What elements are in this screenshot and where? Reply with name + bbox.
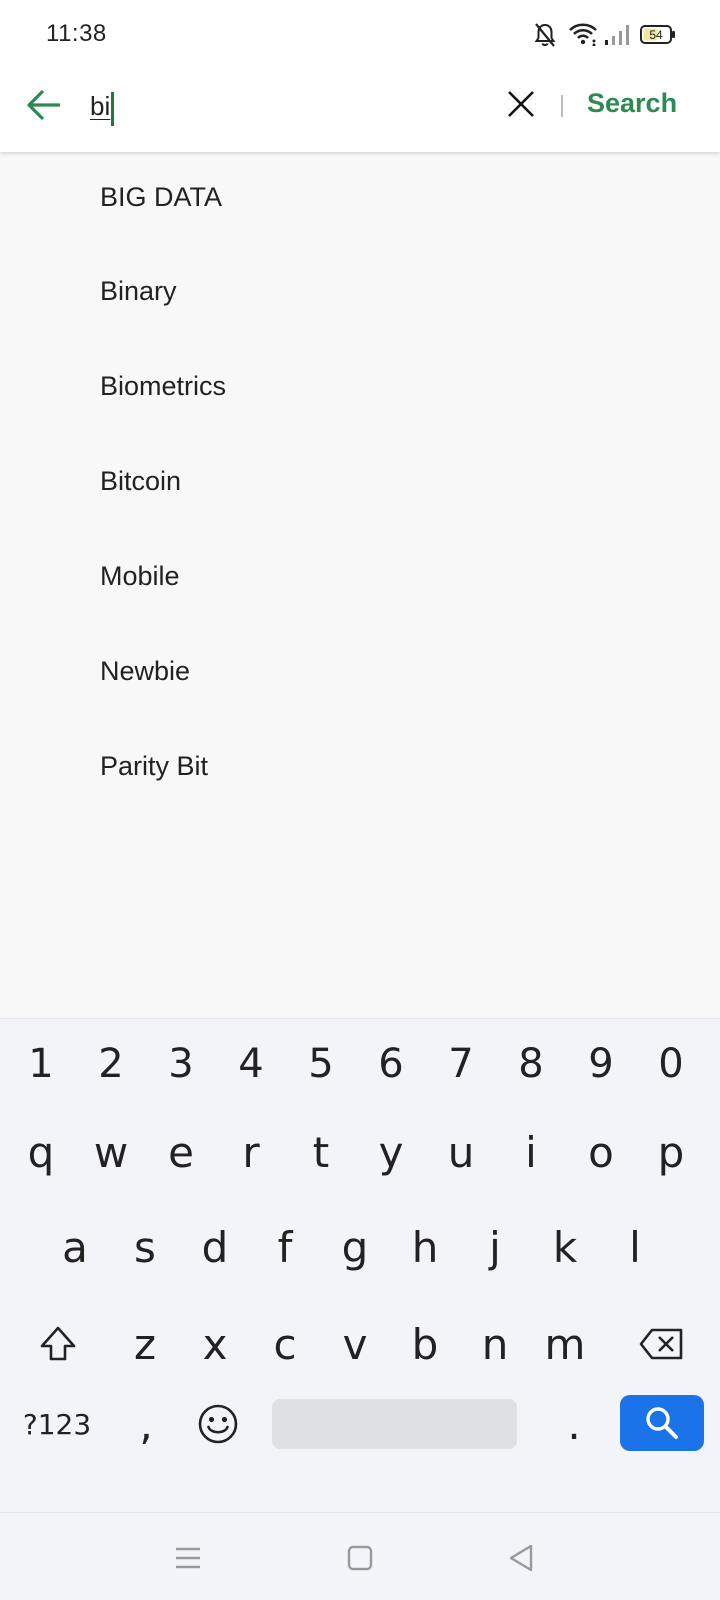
suggestion-item[interactable]: Mobile — [0, 529, 720, 624]
key-n[interactable]: n — [460, 1299, 530, 1389]
keyboard: 1 2 3 4 5 6 7 8 9 0 q w e r t y u i o p … — [0, 1018, 720, 1512]
clear-search-button[interactable] — [503, 86, 539, 122]
navigation-bar — [0, 1512, 720, 1600]
suggestion-item[interactable]: Parity Bit — [0, 719, 720, 814]
key-m[interactable]: m — [530, 1299, 600, 1389]
shift-icon — [40, 1326, 76, 1361]
mute-notifications-icon — [534, 22, 556, 53]
key-f[interactable]: f — [250, 1202, 320, 1292]
key-u[interactable]: u — [426, 1107, 496, 1197]
home-button[interactable] — [343, 1541, 377, 1575]
key-l[interactable]: l — [600, 1202, 670, 1292]
keyboard-search-key[interactable] — [620, 1395, 704, 1451]
backspace-icon — [639, 1328, 683, 1360]
signal-icon — [604, 24, 630, 51]
key-z[interactable]: z — [110, 1299, 180, 1389]
key-comma[interactable]: , — [108, 1389, 184, 1459]
back-button[interactable] — [22, 80, 72, 130]
letter-row-2: a s d f g h j k l — [0, 1202, 720, 1292]
key-q[interactable]: q — [6, 1107, 76, 1197]
key-c[interactable]: c — [250, 1299, 320, 1389]
menu-icon — [176, 1547, 200, 1569]
key-p[interactable]: p — [636, 1107, 706, 1197]
key-1[interactable]: 1 — [6, 1019, 76, 1109]
key-b[interactable]: b — [390, 1299, 460, 1389]
shift-key[interactable] — [20, 1299, 96, 1389]
arrow-left-icon — [27, 89, 60, 121]
key-3[interactable]: 3 — [146, 1019, 216, 1109]
key-d[interactable]: d — [180, 1202, 250, 1292]
key-period[interactable]: . — [536, 1389, 612, 1459]
search-button[interactable]: Search — [587, 88, 677, 119]
battery-level: 54 — [649, 28, 663, 42]
close-icon — [508, 91, 534, 117]
key-k[interactable]: k — [530, 1202, 600, 1292]
key-e[interactable]: e — [146, 1107, 216, 1197]
key-w[interactable]: w — [76, 1107, 146, 1197]
bottom-row: ?123 , . — [0, 1389, 720, 1479]
text-cursor — [111, 91, 115, 126]
key-t[interactable]: t — [286, 1107, 356, 1197]
key-4[interactable]: 4 — [216, 1019, 286, 1109]
key-7[interactable]: 7 — [426, 1019, 496, 1109]
suggestion-item[interactable]: Bitcoin — [0, 434, 720, 529]
status-bar: 11:38 54 — [0, 0, 720, 58]
suggestion-item[interactable]: Newbie — [0, 624, 720, 719]
key-x[interactable]: x — [180, 1299, 250, 1389]
key-9[interactable]: 9 — [566, 1019, 636, 1109]
space-key[interactable] — [272, 1399, 517, 1449]
status-time: 11:38 — [46, 20, 107, 47]
emoji-key[interactable] — [180, 1389, 256, 1459]
search-header: bi Search — [0, 58, 720, 152]
key-i[interactable]: i — [496, 1107, 566, 1197]
battery-icon: 54 — [640, 24, 676, 51]
square-icon — [347, 1545, 373, 1571]
key-8[interactable]: 8 — [496, 1019, 566, 1109]
suggestion-item[interactable]: Biometrics — [0, 339, 720, 434]
key-o[interactable]: o — [566, 1107, 636, 1197]
suggestion-item[interactable]: Binary — [0, 244, 720, 339]
suggestion-item[interactable]: BIG DATA — [0, 150, 720, 244]
search-icon — [646, 1407, 678, 1439]
recent-apps-button[interactable] — [171, 1541, 205, 1575]
symbols-key[interactable]: ?123 — [14, 1389, 100, 1459]
key-6[interactable]: 6 — [356, 1019, 426, 1109]
key-2[interactable]: 2 — [76, 1019, 146, 1109]
emoji-icon — [198, 1404, 238, 1444]
header-divider — [561, 95, 563, 117]
key-j[interactable]: j — [460, 1202, 530, 1292]
suggestion-list: BIG DATA Binary Biometrics Bitcoin Mobil… — [0, 154, 720, 814]
key-5[interactable]: 5 — [286, 1019, 356, 1109]
key-a[interactable]: a — [40, 1202, 110, 1292]
key-g[interactable]: g — [320, 1202, 390, 1292]
wifi-icon — [568, 22, 598, 51]
key-y[interactable]: y — [356, 1107, 426, 1197]
key-s[interactable]: s — [110, 1202, 180, 1292]
letter-row-1: q w e r t y u i o p — [0, 1107, 720, 1197]
back-nav-button[interactable] — [505, 1541, 539, 1575]
number-row: 1 2 3 4 5 6 7 8 9 0 — [0, 1019, 720, 1109]
search-query: bi — [90, 91, 111, 121]
search-input[interactable]: bi — [90, 84, 470, 128]
backspace-key[interactable] — [620, 1299, 704, 1389]
triangle-back-icon — [509, 1544, 533, 1572]
letter-row-3: z x c v b n m — [0, 1299, 720, 1389]
key-v[interactable]: v — [320, 1299, 390, 1389]
key-0[interactable]: 0 — [636, 1019, 706, 1109]
key-h[interactable]: h — [390, 1202, 460, 1292]
key-r[interactable]: r — [216, 1107, 286, 1197]
